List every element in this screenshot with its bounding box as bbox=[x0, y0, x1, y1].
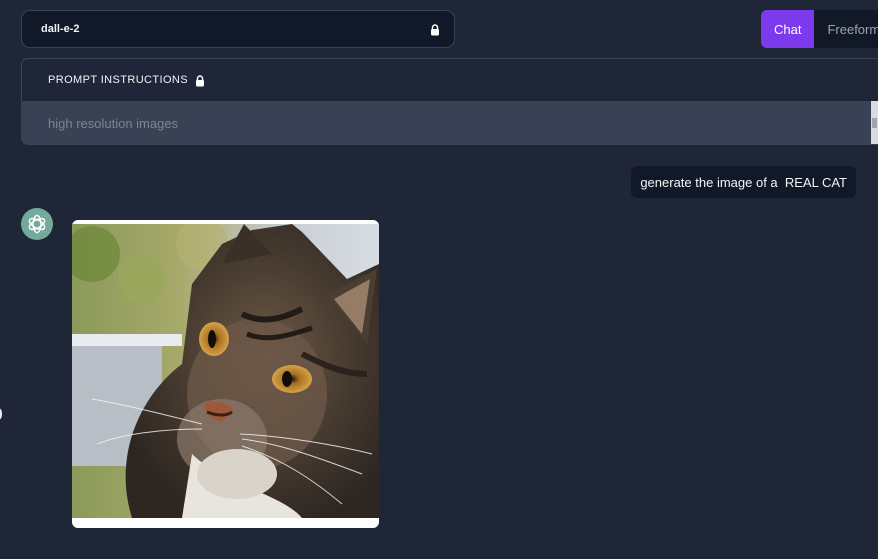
prompt-scrollbar[interactable] bbox=[871, 101, 878, 144]
model-name: dall-e-2 bbox=[41, 23, 80, 35]
prompt-instructions-placeholder: high resolution images bbox=[48, 115, 179, 131]
clipped-text bbox=[102, 143, 162, 149]
user-message: generate the image of a REAL CAT bbox=[631, 166, 856, 198]
mode-freeform-button[interactable]: Freeform bbox=[814, 10, 878, 48]
model-selector[interactable]: dall-e-2 bbox=[21, 10, 455, 48]
prompt-instructions-panel: PROMPT INSTRUCTIONS high resolution imag… bbox=[21, 58, 878, 145]
mode-chat-button[interactable]: Chat bbox=[761, 10, 815, 48]
lock-icon bbox=[195, 74, 205, 87]
edge-handle bbox=[0, 407, 2, 421]
cat-photo bbox=[72, 224, 379, 518]
mode-toggle: Chat Freeform bbox=[761, 10, 878, 48]
assistant-avatar bbox=[21, 208, 53, 240]
lock-icon bbox=[430, 23, 440, 36]
prompt-instructions-input[interactable]: high resolution images bbox=[22, 101, 878, 144]
prompt-instructions-header: PROMPT INSTRUCTIONS bbox=[22, 59, 878, 101]
prompt-instructions-title: PROMPT INSTRUCTIONS bbox=[48, 74, 189, 86]
generated-image-card[interactable] bbox=[72, 220, 379, 528]
openai-logo-icon bbox=[28, 214, 46, 234]
